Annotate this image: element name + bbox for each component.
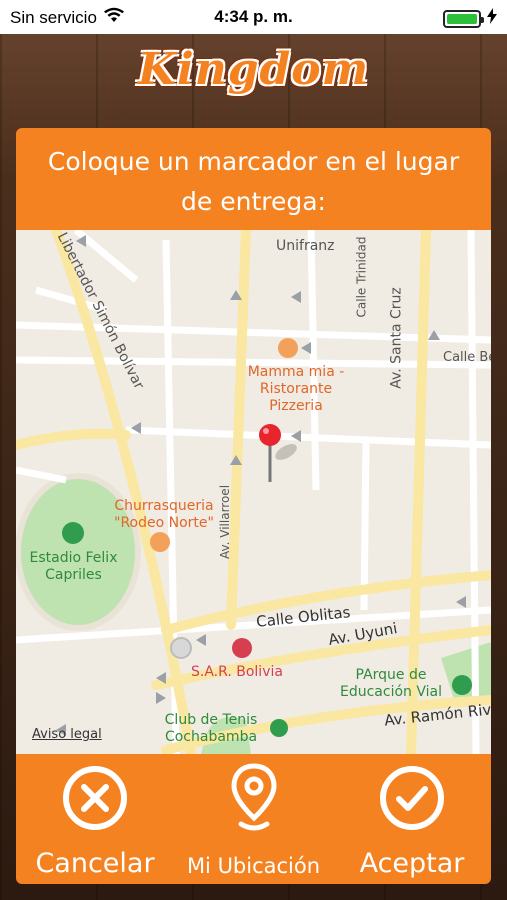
charging-bolt-icon (487, 8, 497, 29)
accept-button[interactable]: Aceptar (333, 754, 491, 879)
location-pin-icon (229, 762, 279, 834)
poi-parque-label: PArque de Educación Vial (340, 667, 442, 700)
poi-unifranz: Unifranz (276, 238, 335, 254)
poi-churrasqueria: Churrasqueria "Rodeo Norte" (104, 498, 224, 532)
poi-club-tenis: Club de Tenis Cochabamba (156, 712, 266, 746)
accept-label: Aceptar (359, 848, 465, 879)
action-bar: Cancelar Mi Ubicación Aceptar (16, 754, 491, 884)
my-location-button[interactable]: Mi Ubicación (175, 754, 333, 878)
poi-sar-bolivia: S.A.R. Bolivia (191, 664, 283, 680)
check-circle-icon (379, 762, 445, 834)
legal-link[interactable]: Aviso legal (32, 727, 102, 742)
cancel-label: Cancelar (35, 848, 155, 879)
close-circle-icon (62, 762, 128, 834)
battery-icon (443, 9, 484, 28)
status-time: 4:34 p. m. (214, 7, 293, 26)
status-bar: Sin servicio 4:34 p. m. (0, 0, 507, 34)
poi-estadio: Estadio Felix Capriles (16, 550, 131, 584)
dialog-title: Coloque un marcador en el lugar de entre… (47, 147, 460, 216)
poi-mamma-mia-label: Mamma mia - Ristorante Pizzeria (247, 364, 345, 414)
poi-mamma-mia: Mamma mia - Ristorante Pizzeria (231, 364, 361, 415)
street-santa-cruz: Av. Santa Cruz (388, 287, 405, 389)
street-calle-trinidad: Calle Trinidad (354, 236, 369, 318)
poi-estadio-label: Estadio Felix Capriles (29, 550, 118, 583)
poi-club-tenis-label: Club de Tenis Cochabamba (164, 712, 258, 745)
battery-level (447, 13, 477, 24)
poi-churrasqueria-label: Churrasqueria "Rodeo Norte" (114, 498, 214, 531)
street-calle-be: Calle Be (443, 350, 491, 365)
cancel-button[interactable]: Cancelar (16, 754, 174, 879)
my-location-label: Mi Ubicación (186, 854, 321, 878)
delivery-location-dialog: Coloque un marcador en el lugar de entre… (16, 128, 491, 884)
map-view[interactable]: Libertador Simón Bolívar Av. Santa Cruz … (16, 230, 491, 754)
app-logo: Kingdom (137, 44, 370, 95)
poi-parque: PArque de Educación Vial (326, 667, 456, 701)
